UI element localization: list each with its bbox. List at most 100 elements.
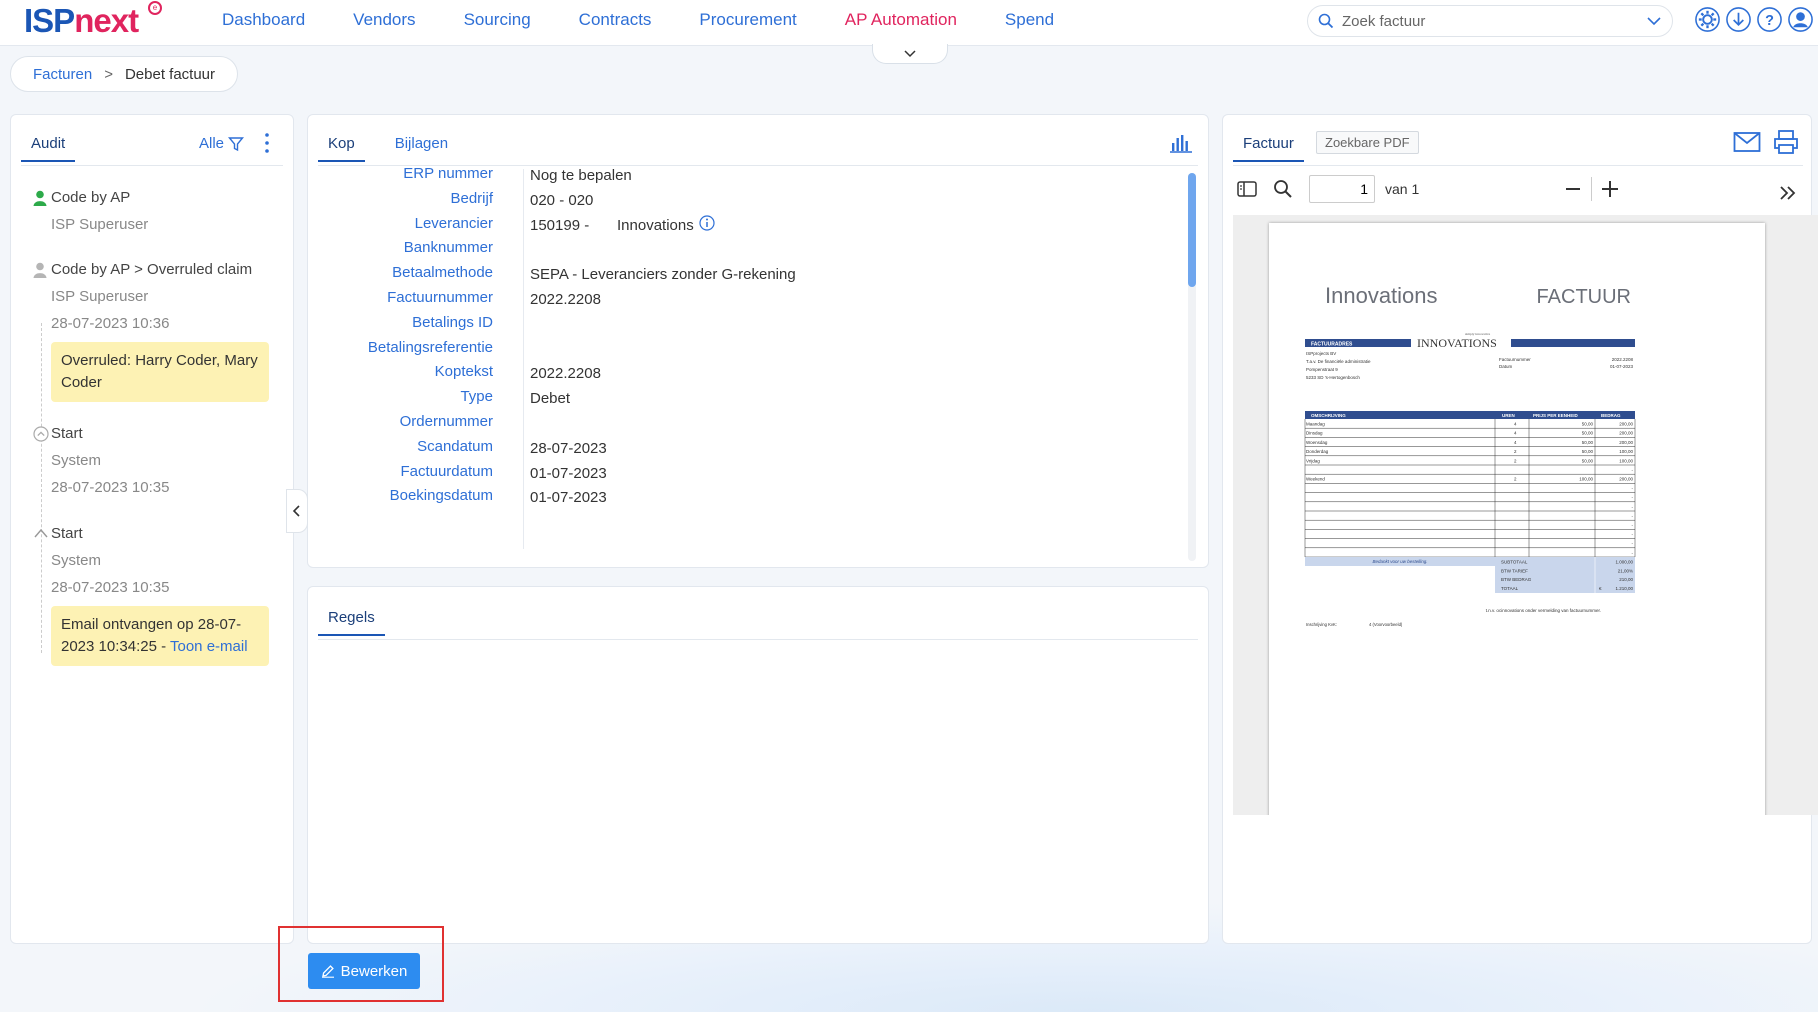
table-cell: 4 — [1514, 422, 1517, 427]
search-input[interactable] — [1342, 12, 1642, 30]
tab-factuur[interactable]: Factuur — [1233, 135, 1304, 162]
search-icon[interactable] — [1273, 179, 1293, 199]
show-email-link[interactable]: Toon e-mail — [170, 638, 248, 655]
audit-note: Overruled: Harry Coder, Mary Coder — [51, 342, 269, 402]
audit-entry-title: Code by AP — [51, 189, 131, 206]
kop-panel: Kop Bijlagen ERP nummer Nog te bepalen Bedr… — [307, 114, 1209, 568]
pdf-viewer[interactable]: Innovations FACTUUR FACTUURADRES INNOVATION… — [1233, 215, 1818, 815]
audit-filter[interactable]: Alle — [199, 135, 245, 152]
totals-label: BTW BEDRAG — [1501, 577, 1532, 582]
pdf-page: Innovations FACTUUR FACTUURADRES INNOVATION… — [1269, 223, 1765, 815]
field-row: Betalings ID — [308, 314, 1188, 342]
table-cell: Weekend — [1306, 477, 1325, 482]
field-value[interactable]: Debet — [530, 390, 570, 407]
table-cell: 4 — [1514, 431, 1517, 436]
header-bar-right — [1511, 339, 1635, 347]
audit-entry-title: Start — [51, 525, 83, 542]
tab-bijlagen[interactable]: Bijlagen — [385, 135, 458, 162]
field-label: Factuurdatum — [400, 462, 493, 480]
info-icon[interactable] — [699, 214, 715, 231]
more-options-icon[interactable] — [263, 132, 271, 154]
field-label: Factuurnummer — [387, 289, 493, 306]
field-value[interactable]: 150199 - — [530, 217, 589, 234]
field-value[interactable]: 2022.2208 — [530, 291, 601, 308]
download-icon[interactable] — [1725, 6, 1752, 33]
field-row: Koptekst 2022.2208 — [308, 363, 1188, 391]
table-cell: - — [1632, 523, 1634, 528]
print-icon[interactable] — [1773, 129, 1799, 155]
fields-scrollbar[interactable] — [1188, 173, 1196, 561]
table-cell: - — [1632, 504, 1634, 509]
chevron-up-icon — [34, 528, 48, 538]
collapse-header-tab[interactable] — [872, 44, 948, 64]
audit-entry: Start System 28-07-2023 10:35 Email ontv… — [29, 525, 269, 666]
nav-item-procurement[interactable]: Procurement — [699, 10, 796, 30]
tab-regels[interactable]: Regels — [318, 609, 385, 636]
table-cell: 50,00 — [1582, 431, 1594, 436]
nav-item-sourcing[interactable]: Sourcing — [464, 10, 531, 30]
invoice-logo: INNOVATIONS — [1417, 336, 1497, 350]
table-cell: Dinsdag — [1306, 431, 1323, 436]
zoom-divider — [1591, 177, 1592, 201]
page-count: van 1 — [1385, 181, 1420, 197]
field-value[interactable]: SEPA - Leveranciers zonder G-rekening — [530, 266, 796, 283]
breadcrumb-link-facturen[interactable]: Facturen — [33, 66, 92, 83]
field-value[interactable]: 28-07-2023 — [530, 440, 607, 457]
table-cell: 2 — [1514, 458, 1517, 463]
chevron-down-icon[interactable] — [1646, 13, 1662, 29]
audit-entry: Code by AP > Overruled claim ISP Superus… — [29, 261, 269, 402]
sidebar-toggle-icon[interactable] — [1237, 180, 1257, 198]
factuur-panel: Factuur Zoekbare PDF van 1 Innovations FA… — [1222, 114, 1818, 944]
field-label: Betalings ID — [412, 313, 493, 331]
field-value[interactable]: 020 - 020 — [530, 192, 593, 209]
audit-entry: Code by AP ISP Superuser — [29, 189, 269, 233]
field-row: Scandatum 28-07-2023 — [308, 438, 1188, 466]
field-value[interactable]: Nog te bepalen — [530, 167, 632, 184]
page-number-input[interactable] — [1309, 175, 1375, 203]
factuur-tab-divider — [1233, 165, 1803, 166]
field-label: Koptekst — [434, 363, 493, 381]
nav-item-vendors[interactable]: Vendors — [353, 10, 415, 30]
field-value[interactable]: 2022.2208 — [530, 365, 601, 382]
address-line: 5233 SD 's-Hertogenbosch — [1306, 375, 1360, 380]
user-profile-icon[interactable] — [1787, 6, 1814, 33]
nav-item-spend[interactable]: Spend — [1005, 10, 1054, 30]
pdf-toolbar: van 1 — [1237, 175, 1717, 207]
table-header: PRIJS PER EENHEID — [1533, 413, 1579, 418]
totals-label: TOTAAL — [1501, 586, 1519, 591]
double-chevron-right-icon[interactable] — [1779, 185, 1797, 201]
table-cell: 100,00 — [1619, 458, 1633, 463]
invoice-company: Innovations — [1325, 283, 1438, 308]
audit-panel: Audit Alle Code by AP ISP Superuser Code… — [10, 114, 294, 944]
table-cell: 50,00 — [1582, 449, 1594, 454]
field-row: Betalingsreferentie — [308, 339, 1188, 367]
searchable-pdf-button[interactable]: Zoekbare PDF — [1316, 131, 1419, 154]
table-cell: 50,00 — [1582, 422, 1594, 427]
tab-audit[interactable]: Audit — [21, 135, 76, 162]
field-row: Boekingsdatum 01-07-2023 — [308, 487, 1188, 515]
scrollbar-thumb[interactable] — [1188, 173, 1196, 287]
field-value[interactable]: 01-07-2023 — [530, 489, 607, 506]
nav-item-ap-automation[interactable]: AP Automation — [845, 10, 957, 30]
invoice-document: Innovations FACTUUR FACTUURADRES INNOVATION… — [1304, 283, 1636, 627]
field-label: Type — [460, 388, 493, 406]
bar-chart-icon[interactable] — [1170, 133, 1192, 153]
nav-item-contracts[interactable]: Contracts — [579, 10, 652, 30]
invoice-meta-label: Datum — [1499, 364, 1513, 369]
zoom-out-icon[interactable] — [1565, 181, 1581, 197]
help-icon[interactable]: ? — [1756, 6, 1783, 33]
collapse-audit-toggle[interactable] — [286, 489, 308, 533]
tab-kop[interactable]: Kop — [318, 135, 365, 162]
zoom-in-icon[interactable] — [1601, 180, 1619, 198]
field-value[interactable]: 01-07-2023 — [530, 465, 607, 482]
settings-gear-icon[interactable] — [1694, 6, 1721, 33]
regels-tab-divider — [318, 639, 1198, 640]
nav-item-dashboard[interactable]: Dashboard — [222, 10, 305, 30]
field-label: Scandatum — [417, 437, 493, 455]
app-logo[interactable]: ISPnext — [24, 2, 139, 40]
table-header: BEDRAG — [1601, 413, 1621, 418]
top-navigation-bar: ISPnext e Dashboard Vendors Sourcing Contra… — [0, 0, 1818, 46]
chevron-left-icon — [292, 505, 300, 517]
invoice-search — [1307, 5, 1673, 37]
email-icon[interactable] — [1733, 131, 1761, 153]
